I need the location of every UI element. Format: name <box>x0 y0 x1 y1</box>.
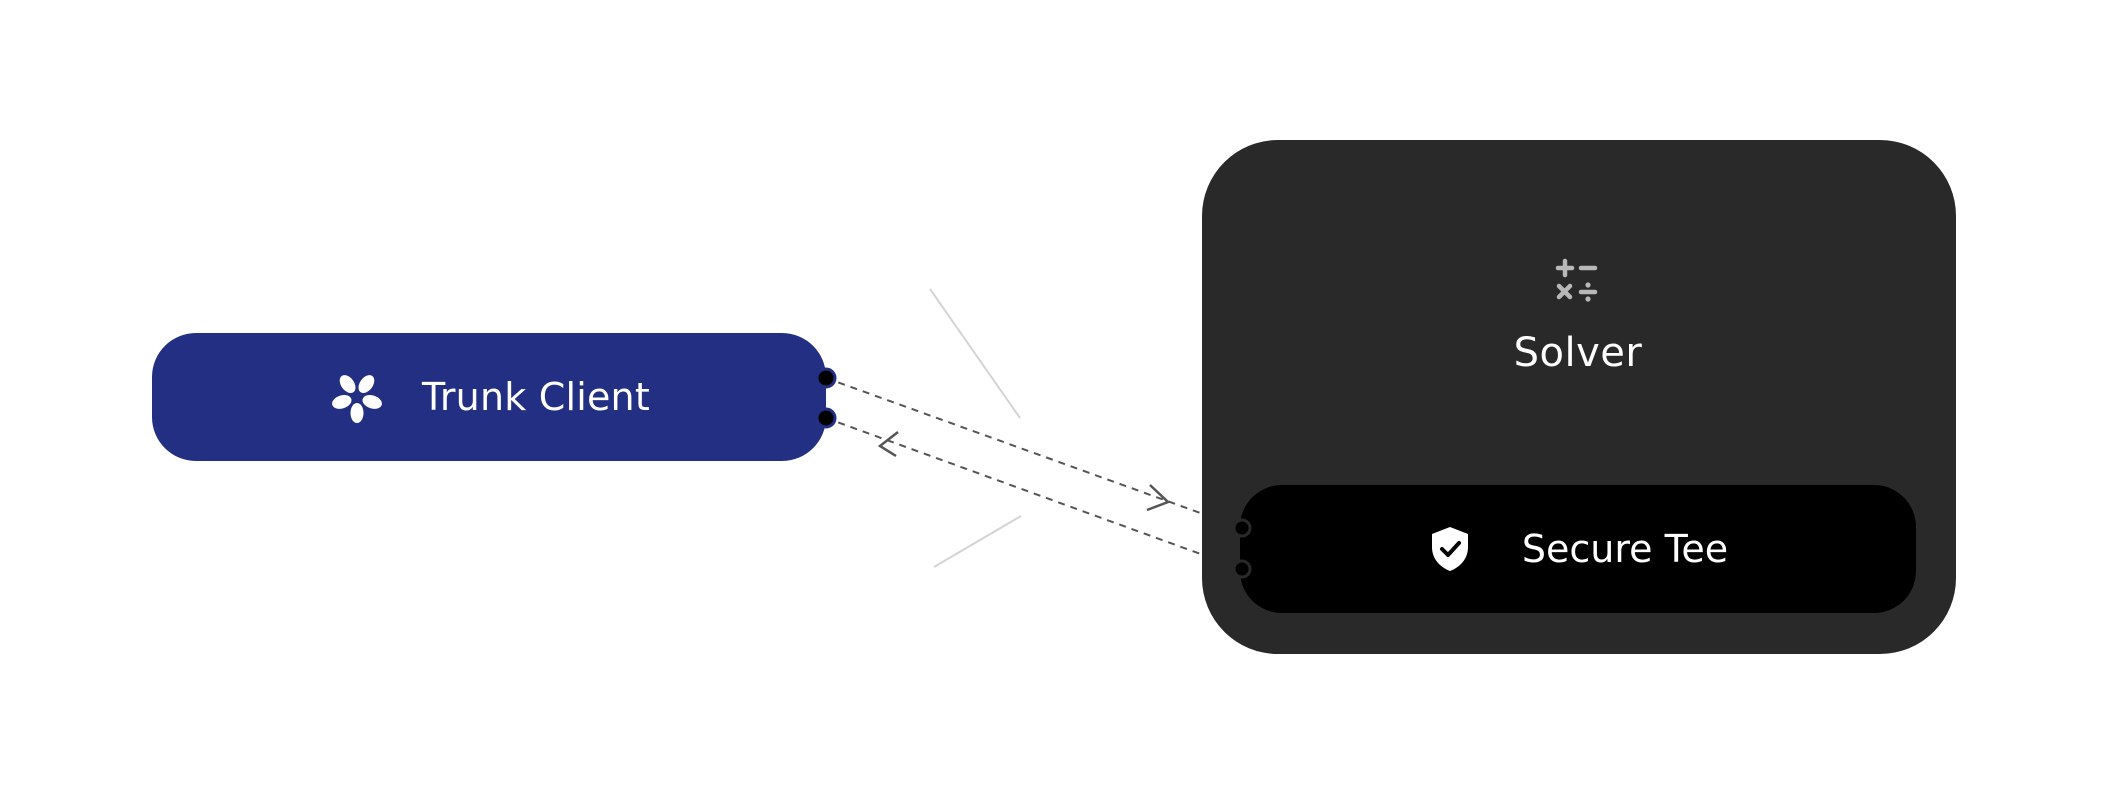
guide-line-upper <box>929 288 1021 419</box>
guide-line-lower <box>933 515 1022 568</box>
arrow-forward-icon <box>1146 484 1171 512</box>
secure-tee-node[interactable]: Secure Tee <box>1240 485 1916 613</box>
flower-asterisk-icon <box>332 375 382 423</box>
diagram-canvas: Trunk Client Solver Secure Tee <box>0 0 2104 792</box>
shield-check-icon <box>1431 527 1468 571</box>
solver-label: Solver <box>1513 330 1643 376</box>
arrow-backward-icon <box>877 431 899 458</box>
trunk-client-label: Trunk Client <box>422 375 650 419</box>
edge-client-to-tee[interactable] <box>825 377 1243 529</box>
secure-tee-label: Secure Tee <box>1521 527 1729 571</box>
calculator-operators-icon <box>1555 258 1598 302</box>
trunk-client-node[interactable]: Trunk Client <box>152 333 826 461</box>
edge-tee-to-client[interactable] <box>825 417 1243 570</box>
